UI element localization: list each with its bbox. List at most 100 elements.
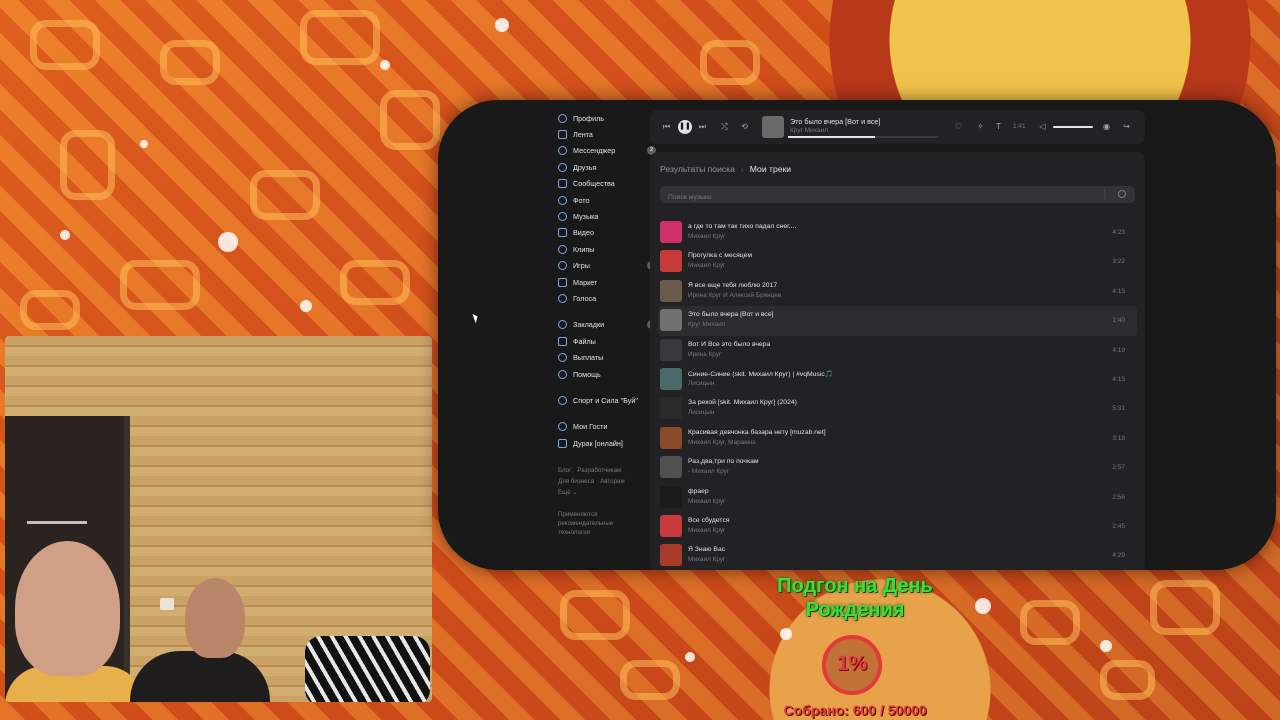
track-title[interactable]: Прогулка с месяцем	[688, 252, 752, 259]
playback-progress-bar[interactable]	[788, 136, 938, 138]
track-cover[interactable]	[660, 544, 682, 567]
nav-item-label: Мессенджер	[573, 146, 616, 156]
track-artist[interactable]: Лисицын	[688, 409, 714, 416]
track-row[interactable]: Я все еще тебя люблю 2017 Ирина Круг И Ал…	[658, 277, 1137, 306]
nav-item[interactable]: Мессенджер 2	[558, 143, 658, 159]
nav-item[interactable]: Маркет	[558, 274, 658, 290]
nav-item[interactable]: Сообщества	[558, 176, 658, 192]
track-cover[interactable]	[660, 338, 682, 361]
nav-item[interactable]: Закладки3	[558, 317, 658, 333]
music-note-icon	[558, 212, 567, 222]
track-title[interactable]: Все сбудется	[688, 517, 730, 524]
track-artist[interactable]: Ирина Круг И Алексей Брянцев	[688, 292, 781, 299]
track-cover[interactable]	[660, 426, 682, 449]
track-duration: 2:57	[1112, 464, 1125, 472]
track-row[interactable]: фраер Михаил Круг 2:56	[658, 483, 1137, 512]
track-title[interactable]: Я Знаю Вас	[688, 546, 725, 553]
nav-item[interactable]: Друзья	[558, 159, 658, 175]
track-artist[interactable]: Лисицын	[688, 380, 714, 387]
now-playing-title[interactable]: Это было вчера [Вот и все]	[790, 117, 880, 126]
track-title[interactable]: Красивая девчонка базара нету [muzab.net…	[688, 429, 826, 436]
repeat-icon[interactable]: ⟲	[740, 122, 749, 131]
track-cover[interactable]	[660, 221, 682, 243]
track-cover[interactable]	[660, 514, 682, 537]
now-playing-artist[interactable]: Круг Михаил	[790, 127, 828, 134]
nav-item[interactable]: Лента	[558, 126, 658, 142]
track-row[interactable]: Синие-Синие (skit. Михаил Круг) | #vqMus…	[658, 365, 1137, 394]
nav-item[interactable]: Музыка	[558, 208, 658, 224]
footer-link[interactable]: Блог	[558, 467, 571, 474]
track-cover[interactable]	[660, 250, 682, 273]
pause-button[interactable]: ❚❚	[678, 120, 692, 134]
share-icon[interactable]: ↪	[1122, 122, 1131, 131]
nav-item[interactable]: Спорт и Сила "Буй"	[558, 392, 658, 408]
footer-link[interactable]: Разработчикам	[577, 467, 621, 474]
track-artist[interactable]: Михаил Круг	[688, 233, 725, 240]
volume-icon[interactable]: ◁	[1038, 122, 1047, 131]
track-cover[interactable]	[660, 456, 682, 479]
now-playing-cover[interactable]	[762, 116, 784, 138]
previous-track-icon[interactable]: ⏮	[662, 122, 671, 131]
nav-item[interactable]: Мои Гости	[558, 419, 658, 435]
shuffle-icon[interactable]: ⤮	[720, 122, 729, 131]
nav-item[interactable]: Игры2	[558, 258, 658, 274]
search-icon[interactable]	[1118, 190, 1126, 198]
track-artist[interactable]: Круг Михаил	[688, 321, 725, 328]
track-title[interactable]: Я все еще тебя люблю 2017	[688, 282, 777, 289]
track-artist[interactable]: Михаил Круг, Маракеш	[688, 439, 756, 446]
track-row[interactable]: Я Знаю Вас Михаил Круг 4:29	[658, 541, 1137, 570]
track-cover[interactable]	[660, 309, 682, 332]
track-cover[interactable]	[660, 367, 682, 390]
nav-item[interactable]: Помощь	[558, 366, 658, 382]
track-title[interactable]: фраер	[688, 488, 709, 495]
track-title[interactable]: Вот И Все это было вчера	[688, 341, 770, 348]
sparkle-icon[interactable]: ✧	[976, 122, 985, 131]
track-row[interactable]: а где то там так тихо падал снег.... Миха…	[658, 218, 1137, 247]
nav-item[interactable]: Фото	[558, 192, 658, 208]
footer-link[interactable]: Для бизнеса	[558, 478, 594, 485]
track-artist[interactable]: Михаил Круг	[688, 498, 725, 505]
track-row[interactable]: Все сбудется Михаил Круг 2:45	[658, 512, 1137, 541]
nav-item[interactable]: Выплаты	[558, 349, 658, 365]
track-cover[interactable]	[660, 397, 682, 420]
track-artist[interactable]: - Михаил Круг	[688, 468, 729, 475]
track-artist[interactable]: Михаил Круг	[688, 262, 725, 269]
track-row[interactable]: За рекой [skit. Михаил Круг] (2024) Лисиц…	[658, 394, 1137, 423]
breadcrumb-search-results[interactable]: Результаты поиска	[660, 164, 735, 174]
broadcast-icon[interactable]: ◉	[1102, 122, 1111, 131]
nav-item[interactable]: Файлы	[558, 333, 658, 349]
lyrics-icon[interactable]: T	[994, 122, 1003, 131]
nav-item[interactable]: Видео	[558, 225, 658, 241]
track-cover[interactable]	[660, 485, 682, 508]
music-search-input[interactable]	[660, 189, 1090, 206]
track-row[interactable]: Это было вчера [Вот и все] Круг Михаил 1:4…	[658, 306, 1137, 336]
app-icon	[558, 422, 567, 432]
footer-link[interactable]: Авторам	[600, 478, 625, 485]
nav-item[interactable]: Профиль	[558, 110, 658, 126]
track-duration: 5:31	[1112, 405, 1125, 413]
track-artist[interactable]: Михаил Круг	[688, 556, 725, 563]
nav-item-label: Игры	[573, 261, 590, 271]
track-row[interactable]: Красивая девчонка базара нету [muzab.net…	[658, 424, 1137, 453]
nav-item[interactable]: Голоса	[558, 290, 658, 306]
nav-item[interactable]: Дурак [онлайн]	[558, 435, 658, 451]
dislike-icon[interactable]: ♡	[954, 122, 963, 131]
nav-item-label: Дурак [онлайн]	[573, 438, 623, 448]
next-track-icon[interactable]: ⏭	[698, 122, 707, 131]
track-row[interactable]: Раз,два,три по почкам - Михаил Круг 2:57	[658, 453, 1137, 482]
nav-item[interactable]: Клипы	[558, 241, 658, 257]
footer-link[interactable]: Ещё ⌄	[558, 489, 578, 496]
track-title[interactable]: а где то там так тихо падал снег....	[688, 223, 796, 230]
track-row[interactable]: Прогулка с месяцем Михаил Круг 3:22	[658, 247, 1137, 276]
track-title[interactable]: Раз,два,три по почкам	[688, 458, 759, 465]
nav-item-label: Друзья	[573, 162, 597, 172]
track-row[interactable]: Вот И Все это было вчера Ирина Круг 4:19	[658, 336, 1137, 365]
volume-slider[interactable]	[1053, 126, 1093, 128]
track-title[interactable]: Синие-Синие (skit. Михаил Круг) | #vqMus…	[688, 370, 833, 378]
track-title[interactable]: За рекой [skit. Михаил Круг] (2024)	[688, 399, 797, 406]
track-artist[interactable]: Ирина Круг	[688, 351, 721, 358]
breadcrumb-my-tracks: Мои треки	[749, 164, 792, 174]
track-artist[interactable]: Михаил Круг	[688, 527, 725, 534]
track-cover[interactable]	[660, 279, 682, 302]
track-title[interactable]: Это было вчера [Вот и все]	[688, 311, 774, 318]
